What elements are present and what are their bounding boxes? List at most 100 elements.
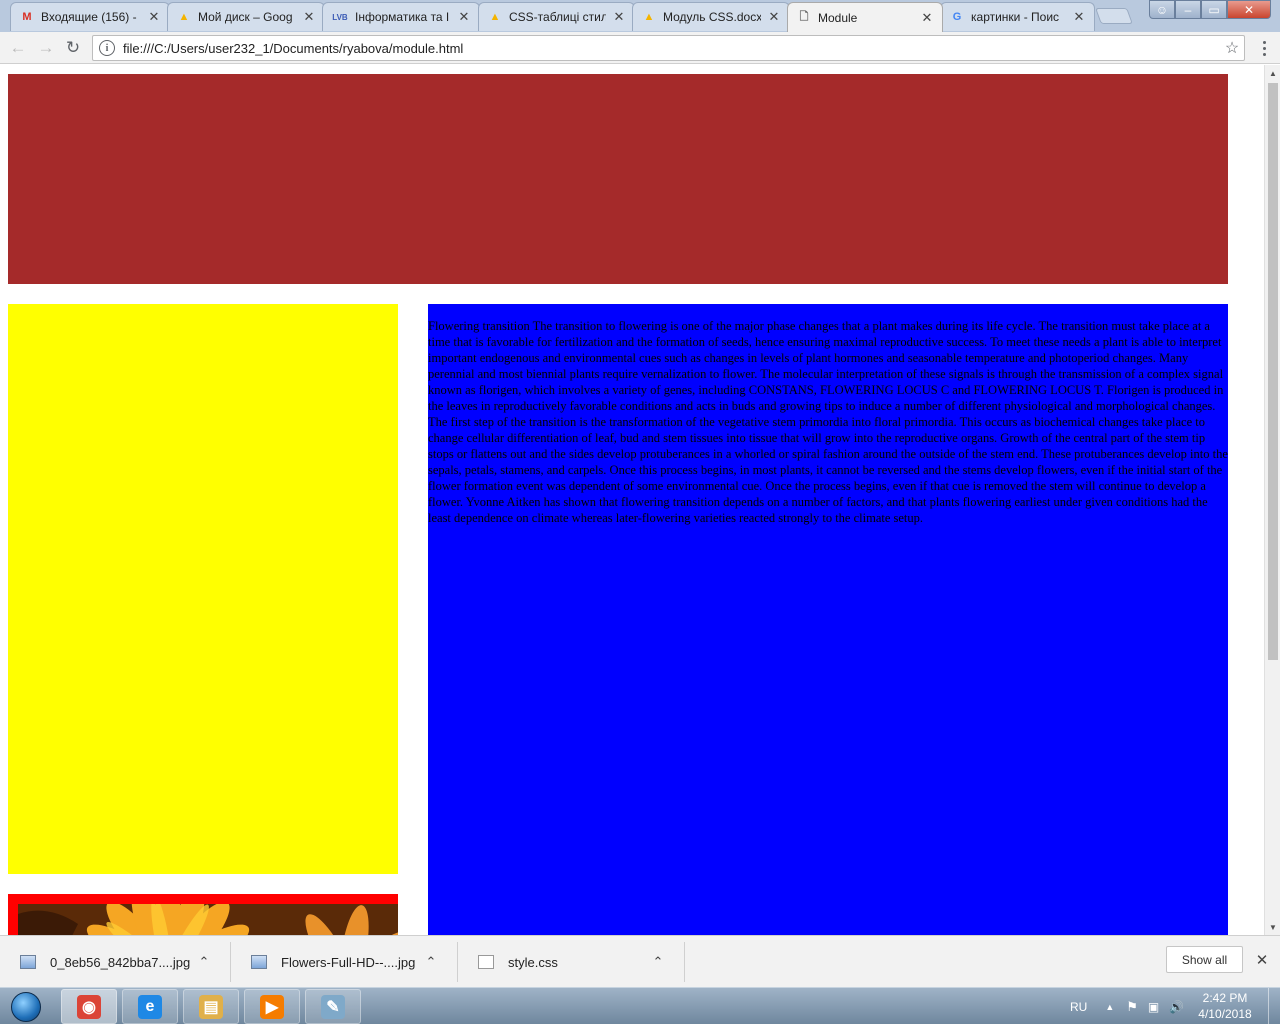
windows-taskbar: ◉ e ▤ ▶ ✎ RU ▲ ⚑ ▣ 🔊 2:42 PM 4/10/2018: [0, 987, 1280, 1024]
browser-tab[interactable]: ▲ Мой диск – Goog ✕: [167, 2, 325, 31]
taskbar-app-button[interactable]: ✎: [305, 989, 361, 1024]
system-tray: RU ▲ ⚑ ▣ 🔊: [1070, 988, 1184, 1024]
browser-tab[interactable]: 🗋 Module ✕: [787, 2, 943, 32]
browser-tab[interactable]: ▲ Модуль CSS.docx ✕: [632, 2, 790, 31]
image-frame: [8, 894, 398, 935]
bookmark-star-icon[interactable]: ☆: [1220, 38, 1244, 58]
clock-time: 2:42 PM: [1202, 991, 1248, 1005]
lvb-icon: LVB: [332, 12, 348, 22]
clock-date: 4/10/2018: [1198, 1007, 1252, 1021]
reload-icon: ↻: [65, 38, 81, 57]
notepad-icon: ✎: [321, 994, 345, 1019]
tab-title: Модуль CSS.docx: [663, 10, 761, 24]
taskbar-app-button[interactable]: e: [122, 989, 178, 1024]
google-icon: G: [952, 11, 962, 23]
tab-title: Інформатика та І: [355, 10, 450, 24]
scroll-down-arrow-icon[interactable]: ▼: [1265, 919, 1280, 935]
browser-tab[interactable]: Gкартинки - Поис ✕: [940, 2, 1095, 31]
close-icon: ✕: [1243, 2, 1255, 17]
google-drive-icon: ▲: [178, 11, 190, 23]
browser-tab[interactable]: ▲ CSS-таблиці стил ✕: [478, 2, 635, 31]
internet-explorer-icon: e: [138, 994, 162, 1019]
scroll-up-arrow-icon[interactable]: ▲: [1265, 65, 1280, 81]
user-icon: ☺: [1155, 2, 1169, 17]
close-window-button[interactable]: ✕: [1227, 0, 1271, 19]
maximize-button[interactable]: ▭: [1201, 0, 1227, 19]
forward-arrow-icon: →: [37, 38, 55, 57]
chevron-up-icon[interactable]: ⌃: [648, 954, 668, 970]
tab-close-icon[interactable]: ✕: [302, 9, 316, 25]
address-bar[interactable]: i file:///C:/Users/user232_1/Documents/r…: [92, 35, 1245, 61]
chrome-menu-button[interactable]: [1256, 38, 1272, 58]
download-item[interactable]: 0_8eb56_842bba7....jpg ⌃: [0, 942, 231, 982]
chrome-icon: ◉: [77, 994, 101, 1019]
taskbar-app-button[interactable]: ◉: [61, 989, 117, 1024]
tab-close-icon[interactable]: ✕: [1072, 9, 1086, 25]
taskbar-app-button[interactable]: ▶: [244, 989, 300, 1024]
maximize-icon: ▭: [1208, 2, 1220, 17]
back-button[interactable]: ←: [8, 38, 28, 58]
document-icon: 🗋: [799, 11, 809, 23]
show-desktop-button[interactable]: [1268, 988, 1280, 1024]
download-item[interactable]: Flowers-Full-HD--....jpg ⌃: [231, 942, 458, 982]
download-item[interactable]: style.css ⌃: [458, 942, 685, 982]
info-icon[interactable]: i: [99, 40, 115, 56]
start-button[interactable]: [4, 989, 48, 1024]
taskbar-app-button[interactable]: ▤: [183, 989, 239, 1024]
image-file-icon: [20, 955, 36, 969]
language-indicator[interactable]: RU: [1070, 1000, 1087, 1014]
gmail-icon: M: [22, 11, 32, 23]
reload-button[interactable]: ↻: [63, 38, 83, 58]
back-arrow-icon: ←: [9, 38, 27, 57]
network-icon[interactable]: ▣: [1148, 1000, 1159, 1014]
tray-expand-icon[interactable]: ▲: [1105, 1002, 1114, 1012]
download-shelf: 0_8eb56_842bba7....jpg ⌃ Flowers-Full-HD…: [0, 935, 1280, 987]
volume-icon[interactable]: 🔊: [1169, 1000, 1184, 1014]
download-filename: 0_8eb56_842bba7....jpg: [50, 954, 191, 970]
tab-title: CSS-таблиці стил: [509, 10, 606, 24]
close-shelf-icon[interactable]: ✕: [1252, 950, 1272, 970]
browser-tab[interactable]: LVB Інформатика та І ✕: [322, 2, 480, 31]
tab-title: картинки - Поис: [971, 10, 1060, 24]
page-viewport: Flowering transition The transition to f…: [0, 65, 1264, 935]
browser-tab[interactable]: M Входящие (156) - ✕: [10, 2, 170, 31]
scrollbar-thumb[interactable]: [1268, 83, 1278, 660]
tab-title: Входящие (156) -: [41, 10, 137, 24]
tab-strip: M Входящие (156) - ✕ ▲ Мой диск – Goog ✕ LVB Ін…: [0, 0, 1280, 32]
download-filename: style.css: [508, 954, 558, 970]
media-player-icon: ▶: [260, 994, 284, 1019]
address-url[interactable]: file:///C:/Users/user232_1/Documents/rya…: [123, 41, 1220, 56]
user-menu-button[interactable]: ☺: [1149, 0, 1175, 19]
chevron-up-icon[interactable]: ⌃: [194, 954, 214, 970]
show-all-button[interactable]: Show all: [1166, 946, 1243, 973]
tab-close-icon[interactable]: ✕: [767, 9, 781, 25]
chevron-up-icon[interactable]: ⌃: [421, 954, 441, 970]
page-scrollbar[interactable]: ▲ ▼: [1264, 65, 1280, 935]
css-file-icon: [478, 955, 494, 969]
tab-close-icon[interactable]: ✕: [147, 9, 161, 25]
tab-title: Мой диск – Goog: [198, 10, 293, 24]
window-controls: ☺ – ▭ ✕: [1149, 0, 1271, 19]
tab-close-icon[interactable]: ✕: [457, 9, 471, 25]
download-filename: Flowers-Full-HD--....jpg: [281, 954, 416, 970]
flower-image: [18, 904, 398, 935]
minimize-button[interactable]: –: [1175, 0, 1201, 19]
browser-toolbar: ← → ↻ i file:///C:/Users/user232_1/Docum…: [0, 32, 1280, 64]
minimize-icon: –: [1184, 2, 1192, 17]
google-drive-icon: ▲: [643, 11, 655, 23]
sidebar-block: [8, 304, 398, 874]
content-paragraph: Flowering transition The transition to f…: [428, 319, 1228, 525]
forward-button[interactable]: →: [36, 38, 56, 58]
windows-logo-icon: [11, 991, 41, 1022]
tab-title: Module: [818, 10, 858, 25]
header-block: [8, 74, 1228, 284]
action-center-flag-icon[interactable]: ⚑: [1126, 999, 1138, 1015]
new-tab-button[interactable]: [1095, 8, 1133, 24]
file-explorer-icon: ▤: [199, 994, 223, 1019]
taskbar-clock[interactable]: 2:42 PM 4/10/2018: [1190, 990, 1260, 1022]
image-file-icon: [251, 955, 267, 969]
google-drive-icon: ▲: [489, 11, 501, 23]
tab-close-icon[interactable]: ✕: [920, 10, 934, 26]
tab-close-icon[interactable]: ✕: [612, 9, 626, 25]
content-block: Flowering transition The transition to f…: [428, 304, 1228, 935]
